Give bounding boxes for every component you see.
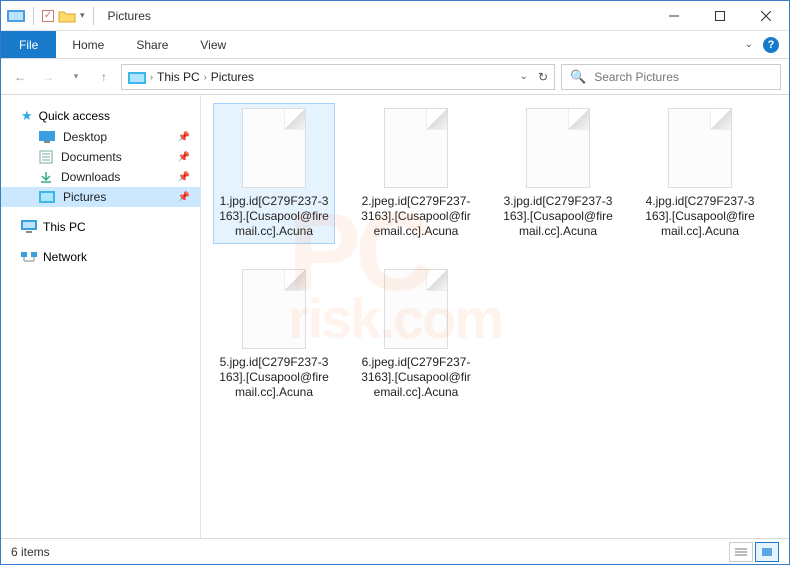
file-item[interactable]: 3.jpg.id[C279F237-3163].[Cusapool@firema… [497,103,619,244]
qat-separator [33,7,34,25]
app-icon [7,8,25,24]
file-list-pane[interactable]: 1.jpg.id[C279F237-3163].[Cusapool@firema… [201,95,789,538]
navigation-row: ← → ▾ ↑ › This PC › Pictures ⌄ ↻ 🔍 [1,59,789,95]
tab-home[interactable]: Home [56,31,120,58]
item-count: 6 items [11,545,50,559]
large-icons-view-button[interactable] [755,542,779,562]
ribbon-expand-icon[interactable]: ⌄ [745,39,753,50]
file-name-label: 4.jpg.id[C279F237-3163].[Cusapool@firema… [644,194,756,239]
qat-properties-icon[interactable]: ✓ [42,10,54,22]
documents-icon [39,150,53,164]
this-pc-icon [21,220,37,234]
pin-icon: 📌 [178,152,190,163]
close-button[interactable] [743,1,789,31]
forward-button[interactable]: → [37,66,59,88]
folder-icon[interactable] [58,9,76,23]
sidebar-item-this-pc[interactable]: This PC [1,217,200,237]
pin-icon: 📌 [178,132,190,143]
file-item[interactable]: 1.jpg.id[C279F237-3163].[Cusapool@firema… [213,103,335,244]
file-icon [668,108,732,188]
sidebar-item-label: Documents [61,150,122,164]
file-item[interactable]: 5.jpg.id[C279F237-3163].[Cusapool@firema… [213,264,335,405]
file-item[interactable]: 6.jpeg.id[C279F237-3163].[Cusapool@firem… [355,264,477,405]
file-name-label: 3.jpg.id[C279F237-3163].[Cusapool@firema… [502,194,614,239]
help-icon[interactable]: ? [763,37,779,53]
file-name-label: 5.jpg.id[C279F237-3163].[Cusapool@firema… [218,355,330,400]
up-button[interactable]: ↑ [93,66,115,88]
sidebar-item-downloads[interactable]: Downloads 📌 [1,167,200,187]
quick-access-label: Quick access [39,109,110,123]
star-icon: ★ [21,108,33,124]
navigation-pane: ★ Quick access Desktop 📌 Documents 📌 Dow… [1,95,201,538]
file-icon [242,108,306,188]
file-name-label: 1.jpg.id[C279F237-3163].[Cusapool@firema… [218,194,330,239]
chevron-right-icon[interactable]: › [150,72,153,82]
refresh-icon[interactable]: ↻ [538,70,548,84]
pin-icon: 📌 [178,172,190,183]
chevron-right-icon[interactable]: › [204,72,207,82]
pictures-folder-icon [128,70,146,84]
sidebar-item-label: Downloads [61,170,120,184]
explorer-window: ✓ ▾ Pictures File Home Share View ⌄ ? ← … [0,0,790,565]
file-icon [526,108,590,188]
sidebar-item-label: Desktop [63,130,107,144]
sidebar-item-network[interactable]: Network [1,247,200,267]
quick-access-header[interactable]: ★ Quick access [1,105,200,127]
sidebar-item-pictures[interactable]: Pictures 📌 [1,187,200,207]
file-icon [384,269,448,349]
sidebar-item-label: Pictures [63,190,106,204]
file-icon [384,108,448,188]
search-box[interactable]: 🔍 [561,64,781,90]
file-name-label: 6.jpeg.id[C279F237-3163].[Cusapool@firem… [360,355,472,400]
tab-share[interactable]: Share [120,31,184,58]
recent-locations-icon[interactable]: ▾ [65,66,87,88]
back-button[interactable]: ← [9,66,31,88]
window-title: Pictures [108,9,151,23]
sidebar-item-documents[interactable]: Documents 📌 [1,147,200,167]
sidebar-item-desktop[interactable]: Desktop 📌 [1,127,200,147]
pictures-icon [39,191,55,203]
address-dropdown-icon[interactable]: ⌄ [520,71,528,82]
titlebar: ✓ ▾ Pictures [1,1,789,31]
downloads-icon [39,170,53,184]
details-view-button[interactable] [729,542,753,562]
pin-icon: 📌 [178,192,190,203]
search-icon: 🔍 [570,69,586,85]
sidebar-item-label: This PC [43,220,86,234]
file-name-label: 2.jpeg.id[C279F237-3163].[Cusapool@firem… [360,194,472,239]
maximize-button[interactable] [697,1,743,31]
file-item[interactable]: 2.jpeg.id[C279F237-3163].[Cusapool@firem… [355,103,477,244]
address-bar[interactable]: › This PC › Pictures ⌄ ↻ [121,64,555,90]
file-item[interactable]: 4.jpg.id[C279F237-3163].[Cusapool@firema… [639,103,761,244]
tab-view[interactable]: View [184,31,242,58]
status-bar: 6 items [1,538,789,564]
ribbon-tabs: File Home Share View ⌄ ? [1,31,789,59]
tab-file[interactable]: File [1,31,56,58]
qat-dropdown-icon[interactable]: ▾ [80,10,85,21]
network-icon [21,250,37,264]
qat-separator-2 [93,7,94,25]
breadcrumb[interactable]: Pictures [211,70,254,84]
sidebar-item-label: Network [43,250,87,264]
file-icon [242,269,306,349]
desktop-icon [39,131,55,143]
breadcrumb[interactable]: This PC [157,70,200,84]
body: ★ Quick access Desktop 📌 Documents 📌 Dow… [1,95,789,538]
minimize-button[interactable] [651,1,697,31]
search-input[interactable] [594,70,772,84]
